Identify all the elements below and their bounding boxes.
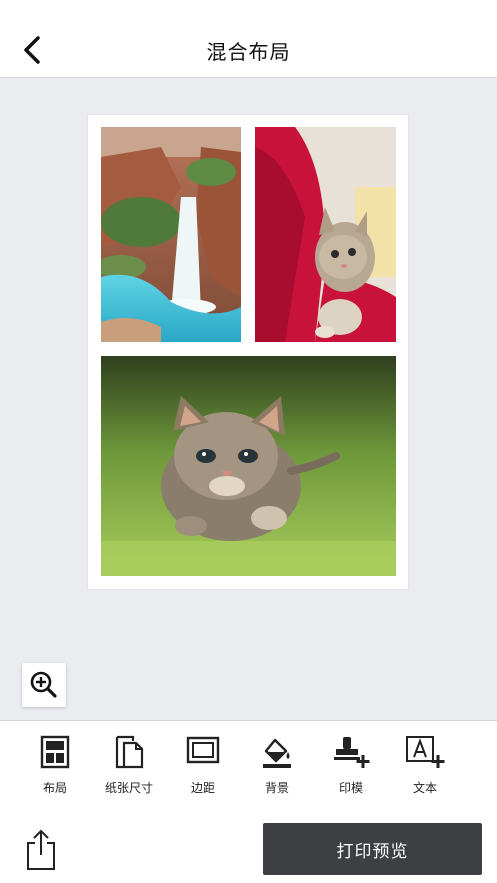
stamp-add-icon: [334, 737, 370, 768]
tool-margin-label: 边距: [190, 781, 215, 795]
tool-paper-size-label: 纸张尺寸: [104, 781, 153, 795]
layout-icon: [40, 735, 70, 769]
paper-size-icon: [115, 735, 144, 769]
text-add-icon: [406, 736, 445, 768]
photo-kitten-grass[interactable]: [101, 356, 396, 576]
tool-layout-label: 布局: [42, 781, 67, 795]
background-fill-icon: [263, 738, 291, 768]
tool-text-label: 文本: [412, 781, 437, 795]
paper-sheet: [88, 115, 408, 589]
tool-background-label: 背景: [264, 781, 289, 795]
tool-stamp[interactable]: 印模: [314, 721, 388, 815]
tool-margin[interactable]: 边距: [166, 721, 240, 815]
share-icon: [27, 829, 55, 870]
edit-toolbar: 布局 纸张尺寸 边距 背景 印模 文本: [0, 720, 497, 816]
photo-cat-chair[interactable]: [255, 127, 396, 342]
zoom-in-icon: [30, 671, 57, 698]
tool-text[interactable]: 文本: [388, 721, 462, 815]
page-title: 混合布局: [206, 40, 291, 64]
photo-waterfall[interactable]: [101, 127, 241, 342]
margin-icon: [186, 736, 220, 764]
zoom-button[interactable]: [22, 663, 66, 707]
tool-paper-size[interactable]: 纸张尺寸: [92, 721, 166, 815]
tool-stamp-label: 印模: [338, 781, 363, 795]
share-button[interactable]: [22, 827, 60, 871]
canvas-area: [0, 78, 497, 720]
tool-layout[interactable]: 布局: [18, 721, 92, 815]
bottom-bar: 打印预览: [0, 815, 497, 883]
tool-background[interactable]: 背景: [240, 721, 314, 815]
print-preview-button[interactable]: 打印预览: [263, 823, 482, 875]
header-bar: 混合布局: [0, 0, 497, 78]
